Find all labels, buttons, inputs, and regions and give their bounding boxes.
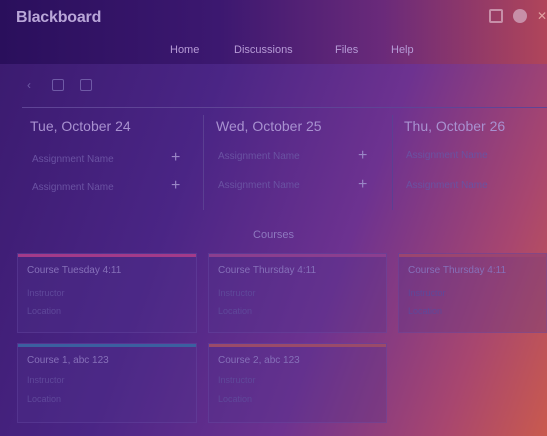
- course-instructor: Instructor: [218, 288, 256, 298]
- day-column: Thu, October 26 Assignment Name Assignme…: [404, 118, 547, 210]
- course-card[interactable]: Course 2, abc 123 Instructor Location: [208, 343, 387, 423]
- course-location: Location: [218, 306, 253, 316]
- assignment-row[interactable]: Assignment Name: [218, 180, 378, 191]
- assignment-name[interactable]: Assignment Name: [32, 182, 114, 193]
- column-divider: [392, 115, 393, 210]
- assignment-row[interactable]: Assignment Name: [406, 150, 547, 161]
- course-instructor: Instructor: [27, 375, 65, 385]
- header-actions: ✕: [489, 9, 547, 23]
- nav-files[interactable]: Files: [335, 44, 358, 56]
- course-color-bar: [18, 344, 196, 347]
- close-icon[interactable]: ✕: [537, 9, 547, 23]
- courses-heading: Courses: [253, 229, 294, 241]
- nav-discussions[interactable]: Discussions: [234, 44, 293, 56]
- avatar[interactable]: [513, 9, 527, 23]
- nav-help[interactable]: Help: [391, 44, 414, 56]
- nav-home[interactable]: Home: [170, 44, 199, 56]
- course-card[interactable]: Course Thursday 4:11 Instructor Location: [398, 253, 547, 333]
- day-column: Tue, October 24 Assignment Name + Assign…: [30, 118, 190, 210]
- assignment-row[interactable]: Assignment Name: [32, 182, 192, 193]
- assignment-row[interactable]: Assignment Name: [406, 180, 547, 191]
- add-icon[interactable]: +: [358, 148, 367, 164]
- course-title: Course Thursday 4:11: [408, 265, 507, 276]
- course-color-bar: [18, 254, 196, 257]
- course-instructor: Instructor: [218, 375, 256, 385]
- day-title: Wed, October 25: [216, 118, 322, 134]
- assignment-name[interactable]: Assignment Name: [218, 151, 300, 162]
- course-title: Course 1, abc 123: [27, 355, 109, 366]
- mail-icon[interactable]: [80, 79, 92, 91]
- calendar-icon[interactable]: [52, 79, 64, 91]
- course-card[interactable]: Course 1, abc 123 Instructor Location: [17, 343, 197, 423]
- logo[interactable]: Blackboard: [16, 9, 101, 27]
- panel-icon[interactable]: [489, 9, 503, 23]
- course-color-bar: [399, 254, 546, 257]
- course-location: Location: [408, 306, 443, 316]
- course-title: Course Tuesday 4:11: [27, 265, 122, 276]
- course-location: Location: [27, 306, 62, 316]
- course-title: Course 2, abc 123: [218, 355, 300, 366]
- add-icon[interactable]: +: [358, 177, 367, 193]
- course-location: Location: [27, 394, 62, 404]
- course-instructor: Instructor: [408, 288, 446, 298]
- day-title: Tue, October 24: [30, 118, 131, 134]
- assignment-row[interactable]: Assignment Name: [32, 154, 192, 165]
- course-instructor: Instructor: [27, 288, 65, 298]
- day-column: Wed, October 25 Assignment Name + Assign…: [216, 118, 376, 210]
- top-nav: Home Discussions Files Help: [0, 44, 547, 58]
- course-color-bar: [209, 344, 386, 347]
- course-color-bar: [209, 254, 386, 257]
- course-card[interactable]: Course Thursday 4:11 Instructor Location: [208, 253, 387, 333]
- course-location: Location: [218, 394, 253, 404]
- course-title: Course Thursday 4:11: [218, 265, 317, 276]
- course-card[interactable]: Course Tuesday 4:11 Instructor Location: [17, 253, 197, 333]
- chevron-left-icon[interactable]: ‹: [22, 78, 36, 92]
- assignment-row[interactable]: Assignment Name: [218, 151, 378, 162]
- column-divider: [203, 115, 204, 210]
- header: Blackboard ✕ Home Discussions Files Help: [0, 0, 547, 64]
- add-icon[interactable]: +: [171, 150, 180, 166]
- add-icon[interactable]: +: [171, 178, 180, 194]
- divider: [22, 107, 547, 108]
- day-title: Thu, October 26: [404, 118, 506, 134]
- toolbar: ‹: [22, 78, 92, 92]
- assignment-name[interactable]: Assignment Name: [406, 180, 488, 191]
- assignment-name[interactable]: Assignment Name: [406, 150, 488, 161]
- assignment-name[interactable]: Assignment Name: [32, 154, 114, 165]
- assignment-name[interactable]: Assignment Name: [218, 180, 300, 191]
